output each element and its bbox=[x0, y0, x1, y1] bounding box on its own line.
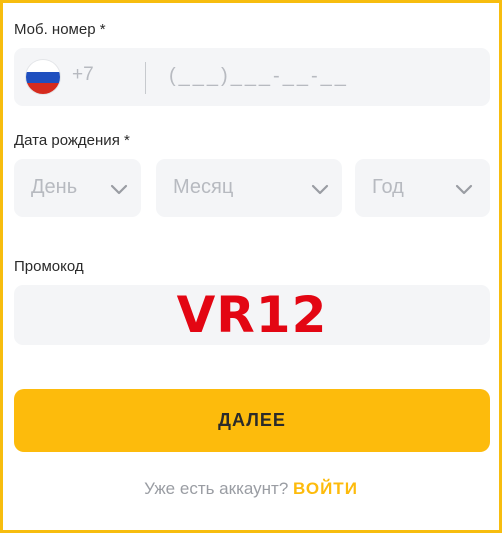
year-placeholder: Год bbox=[372, 176, 404, 198]
login-prompt: Уже есть аккаунт? ВОЙТИ bbox=[3, 479, 499, 499]
registration-form: Моб. номер * +7 (___)___-__-__ Дата рожд… bbox=[0, 0, 502, 533]
promo-field[interactable]: VR12 bbox=[14, 285, 490, 345]
day-select[interactable]: День bbox=[14, 159, 141, 217]
phone-input[interactable]: (___)___-__-__ bbox=[169, 65, 349, 88]
promo-label: Промокод bbox=[14, 258, 84, 275]
phone-field[interactable]: +7 (___)___-__-__ bbox=[14, 48, 490, 106]
phone-divider bbox=[145, 62, 146, 94]
year-select[interactable]: Год bbox=[355, 159, 490, 217]
country-code: +7 bbox=[72, 64, 94, 85]
day-placeholder: День bbox=[31, 176, 78, 198]
russia-flag-icon[interactable] bbox=[26, 60, 60, 94]
chevron-down-icon bbox=[110, 184, 128, 195]
chevron-down-icon bbox=[455, 184, 473, 195]
chevron-down-icon bbox=[311, 184, 329, 195]
login-question: Уже есть аккаунт? bbox=[144, 479, 289, 498]
promo-code-value[interactable]: VR12 bbox=[14, 285, 490, 345]
phone-label: Моб. номер * bbox=[14, 21, 106, 38]
month-select[interactable]: Месяц bbox=[156, 159, 342, 217]
login-link[interactable]: ВОЙТИ bbox=[293, 479, 358, 498]
next-button[interactable]: ДАЛЕЕ bbox=[14, 389, 490, 452]
month-placeholder: Месяц bbox=[173, 176, 234, 198]
birth-date-label: Дата рождения * bbox=[14, 132, 130, 149]
